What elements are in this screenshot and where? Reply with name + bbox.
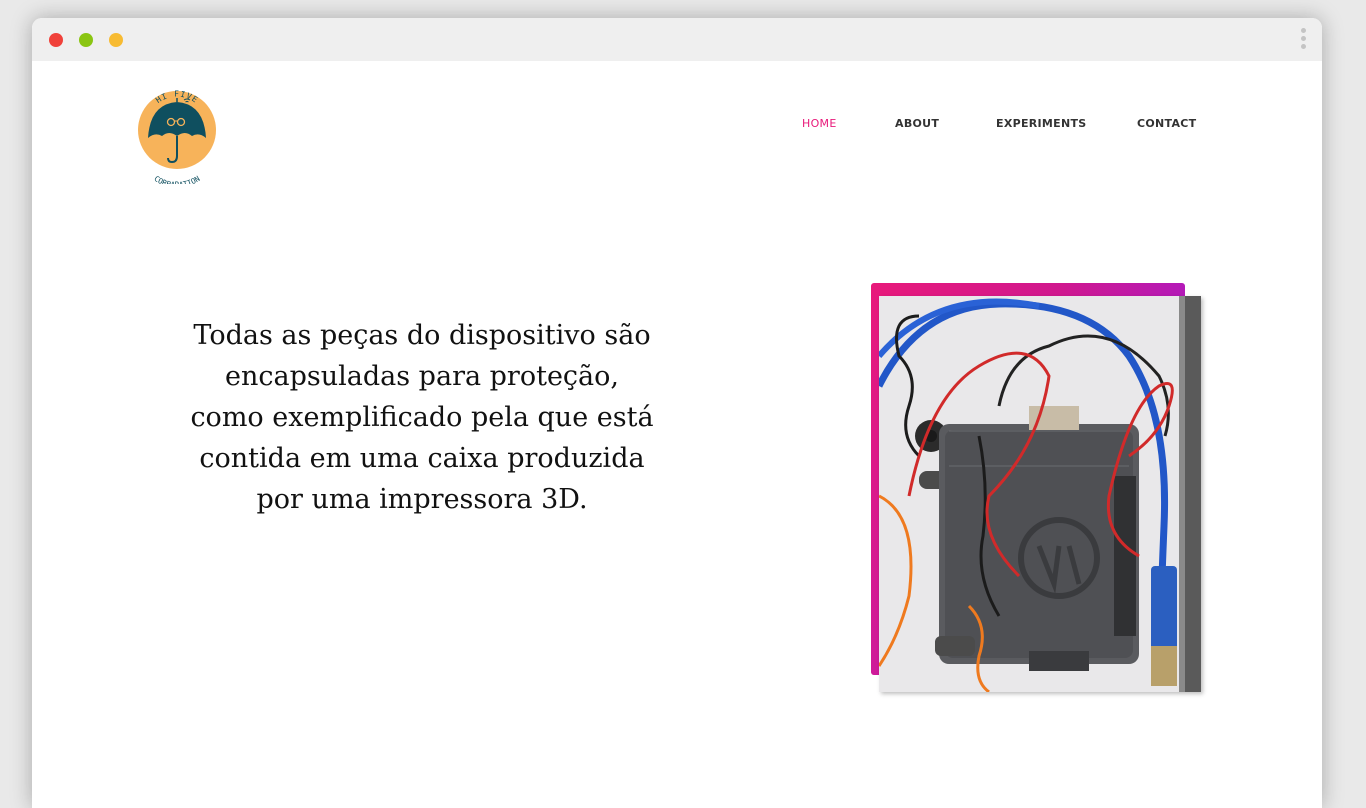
brand-logo[interactable]: HI FIVE CORPARATION xyxy=(136,82,218,189)
hero-line: por uma impressora 3D. xyxy=(256,484,588,515)
hero-line: encapsuladas para proteção, xyxy=(225,361,619,392)
nav-home-link[interactable]: HOME xyxy=(802,117,837,130)
minimize-window-icon[interactable] xyxy=(109,33,123,47)
logo-bottom-text: CORPARATION xyxy=(153,174,202,189)
umbrella-logo-icon: HI FIVE CORPARATION xyxy=(138,90,216,189)
maximize-window-icon[interactable] xyxy=(79,33,93,47)
hero-line: contida em uma caixa produzida xyxy=(199,443,645,474)
browser-window: HI FIVE CORPARATION HOME ABOUT EXPERIMEN… xyxy=(32,18,1322,808)
device-photo xyxy=(879,296,1201,692)
hero-description: Todas as peças do dispositivo são encaps… xyxy=(162,315,682,520)
window-titlebar xyxy=(32,18,1322,61)
svg-text:CORPARATION: CORPARATION xyxy=(153,174,202,184)
nav-experiments-link[interactable]: EXPERIMENTS xyxy=(996,117,1087,130)
main-nav: HOME ABOUT EXPERIMENTS CONTACT xyxy=(32,117,1322,131)
hero-line: Todas as peças do dispositivo são xyxy=(193,320,651,351)
nav-contact-link[interactable]: CONTACT xyxy=(1137,117,1196,130)
nav-about-link[interactable]: ABOUT xyxy=(895,117,939,130)
hero-line: como exemplificado pela que está xyxy=(190,402,654,433)
device-enclosure-image xyxy=(879,296,1201,692)
kebab-menu-icon[interactable] xyxy=(1298,28,1308,52)
close-window-icon[interactable] xyxy=(49,33,63,47)
